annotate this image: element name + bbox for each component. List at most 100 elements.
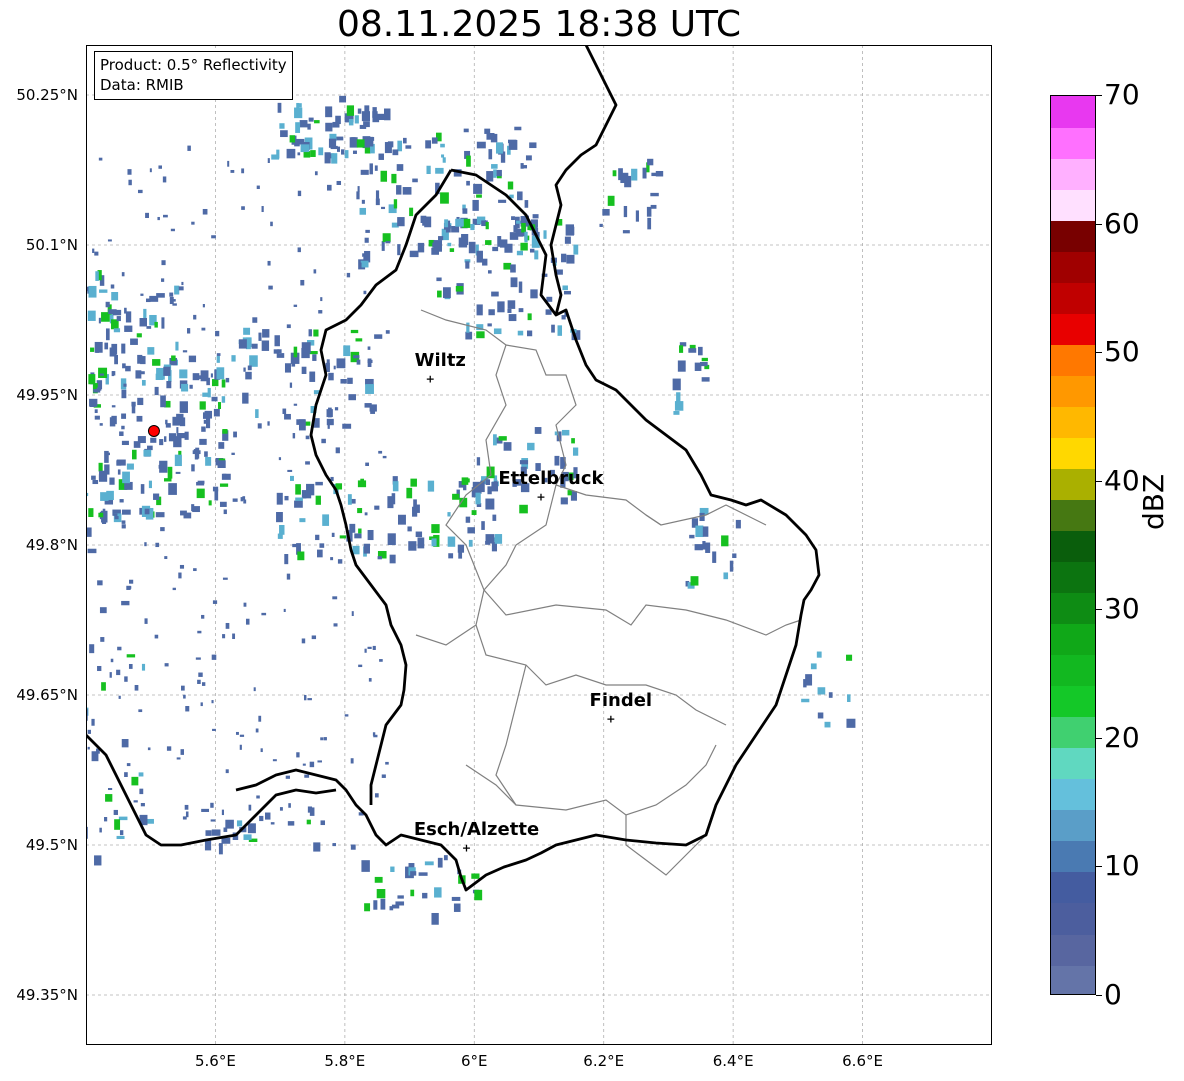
echo-pixel: [231, 452, 235, 456]
echo-pixel: [137, 189, 143, 194]
echo-pixel: [231, 355, 236, 362]
echo-pixel: [365, 384, 374, 394]
echo-pixel: [133, 800, 138, 803]
echo-pixel: [144, 508, 150, 515]
radar-map[interactable]: [86, 45, 992, 1045]
echo-pixel: [361, 199, 365, 204]
echo-pixel: [519, 504, 528, 514]
echo-pixel: [288, 803, 291, 808]
echo-pixel: [699, 512, 705, 522]
echo-pixel: [292, 433, 296, 439]
echo-pixel: [268, 285, 273, 290]
colorbar-segment: [1051, 189, 1095, 221]
echo-pixel: [183, 694, 186, 699]
echo-pixel: [846, 718, 856, 728]
echo-pixel: [470, 223, 475, 231]
echo-pixel: [153, 493, 160, 500]
echo-pixel: [222, 634, 226, 639]
echo-pixel: [227, 160, 230, 167]
lon-tick-label: 6.4°E: [712, 1052, 754, 1070]
echo-pixel: [323, 737, 327, 741]
echo-pixel: [225, 377, 230, 383]
echo-pixel: [391, 173, 397, 184]
echo-pixel: [249, 355, 258, 367]
echo-pixel: [350, 844, 356, 850]
echo-pixel: [297, 190, 302, 197]
echo-pixel: [365, 462, 369, 467]
echo-pixel: [397, 514, 406, 525]
echo-pixel: [676, 392, 681, 403]
echo-pixel: [221, 379, 226, 388]
echo-pixel: [179, 369, 188, 379]
echo-pixel: [311, 635, 317, 640]
echo-pixel: [252, 317, 258, 323]
echo-pixel: [504, 243, 513, 253]
echo-pixel: [121, 440, 129, 446]
echo-pixel: [168, 483, 177, 495]
echo-pixel: [642, 167, 647, 179]
echo-pixel: [346, 272, 351, 278]
echo-pixel: [98, 317, 101, 324]
echo-pixel: [298, 103, 302, 108]
echo-pixel: [176, 413, 184, 423]
echo-pixel: [297, 247, 301, 253]
echo-pixel: [286, 324, 291, 329]
echo-pixel: [117, 646, 122, 651]
echo-pixel: [212, 728, 216, 731]
echo-pixel: [279, 123, 285, 129]
echo-pixel: [199, 438, 207, 445]
echo-pixel: [210, 373, 213, 378]
echo-pixel: [124, 772, 128, 777]
product-label: Product: 0.5° Reflectivity: [100, 56, 287, 74]
echo-pixel: [169, 292, 174, 297]
echo-pixel: [458, 237, 468, 248]
echo-pixel: [121, 600, 130, 606]
echo-pixel: [694, 544, 703, 551]
echo-pixel: [374, 505, 380, 510]
echo-pixel: [313, 842, 321, 852]
echo-pixel: [286, 573, 291, 580]
echo-pixel: [307, 123, 311, 130]
echo-pixel: [301, 366, 307, 374]
echo-pixel: [371, 406, 376, 412]
echo-pixel: [422, 892, 428, 899]
echo-pixel: [104, 342, 109, 350]
echo-pixel: [485, 479, 491, 485]
echo-pixel: [129, 579, 134, 584]
echo-pixel: [210, 819, 216, 822]
echo-pixel: [242, 392, 249, 404]
echo-pixel: [188, 355, 197, 363]
echo-pixel: [271, 154, 280, 160]
echo-pixel: [503, 262, 512, 270]
echo-pixel: [508, 140, 518, 150]
echo-pixel: [290, 475, 294, 481]
echo-pixel: [801, 698, 810, 703]
echo-pixel: [688, 348, 697, 353]
echo-pixel: [119, 499, 124, 503]
echo-pixel: [132, 449, 137, 460]
echo-pixel: [410, 871, 417, 876]
echo-pixel: [247, 823, 256, 834]
colorbar-segment: [1051, 158, 1095, 190]
echo-pixel: [635, 210, 639, 222]
echo-pixel: [248, 804, 252, 811]
echo-pixel: [278, 457, 282, 461]
echo-pixel: [155, 512, 165, 518]
echo-pixel: [176, 427, 179, 433]
echo-pixel: [204, 410, 213, 419]
echo-pixel: [347, 494, 352, 505]
echo-pixel: [320, 297, 323, 302]
echo-pixel: [507, 308, 512, 313]
echo-pixel: [297, 152, 301, 156]
echo-pixel: [270, 822, 275, 825]
echo-pixel: [274, 335, 280, 347]
city-marker: +: [536, 490, 546, 504]
echo-pixel: [803, 679, 807, 688]
echo-pixel: [169, 296, 174, 305]
echo-pixel: [124, 307, 127, 314]
echo-pixel: [179, 401, 188, 413]
echo-pixel: [513, 225, 518, 233]
echo-pixel: [447, 536, 456, 547]
colorbar-tick: [1096, 737, 1102, 739]
echo-pixel: [307, 698, 312, 701]
